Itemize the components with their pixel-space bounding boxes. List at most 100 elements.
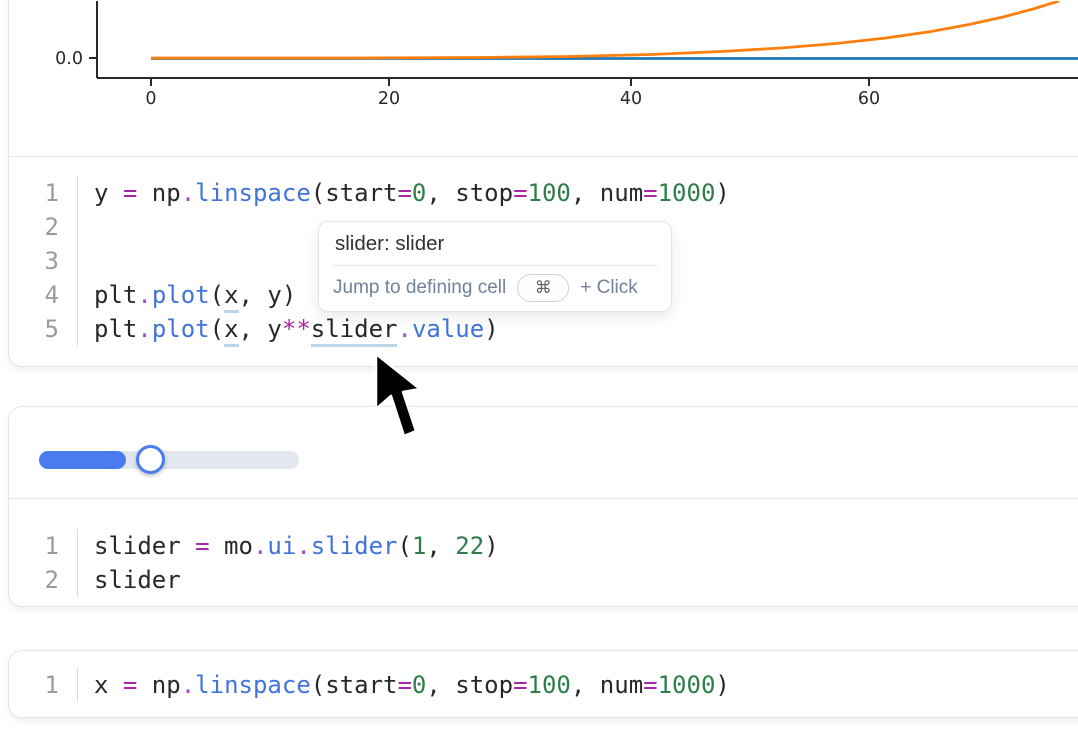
- code-token: plot: [152, 315, 210, 343]
- code-token: =: [513, 671, 527, 699]
- code-token: plt: [94, 281, 137, 309]
- notebook-cell-x: 1x = np.linspace(start=0, stop=100, num=…: [8, 650, 1078, 718]
- linked-variable[interactable]: x: [224, 315, 238, 347]
- code-token: =: [123, 179, 137, 207]
- code-token: , num: [571, 179, 643, 207]
- plus-click-label: + Click: [580, 277, 638, 299]
- code-token: 100: [528, 671, 571, 699]
- linked-variable[interactable]: x: [224, 281, 238, 313]
- code-token: plt: [94, 315, 137, 343]
- code-token: ): [484, 532, 498, 560]
- command-key-pill: ⌘: [517, 274, 569, 302]
- code-token: linspace: [195, 179, 311, 207]
- code-token: 22: [455, 532, 484, 560]
- code-token: y: [94, 179, 123, 207]
- line-number: 4: [9, 278, 77, 312]
- code-text: plt.plot(x, y**slider.value): [77, 312, 1078, 346]
- code-token: (start: [311, 671, 398, 699]
- code-token: np: [137, 671, 180, 699]
- code-token: .: [181, 179, 195, 207]
- code-token: =: [123, 671, 137, 699]
- code-token: (: [210, 315, 224, 343]
- code-text: slider: [77, 563, 1078, 597]
- slider-track[interactable]: [39, 451, 299, 469]
- code-token: , stop: [426, 671, 513, 699]
- code-line[interactable]: 1slider = mo.ui.slider(1, 22): [9, 529, 1078, 563]
- code-token: (start: [311, 179, 398, 207]
- code-token: 1000: [658, 179, 716, 207]
- code-token: =: [513, 179, 527, 207]
- matplotlib-chart-canvas: 0 20 40 60 0.0: [9, 1, 1078, 157]
- code-token: **: [282, 315, 311, 343]
- code-token: , y: [239, 315, 282, 343]
- code-token: .: [296, 532, 310, 560]
- code-token: , num: [571, 671, 643, 699]
- svg-text:0.0: 0.0: [55, 49, 83, 69]
- tooltip-variable-name: slider: slider: [319, 222, 671, 265]
- code-token: .: [181, 671, 195, 699]
- code-token: , y): [239, 281, 297, 309]
- code-token: =: [397, 671, 411, 699]
- code-token: slider: [311, 532, 398, 560]
- code-token: =: [643, 179, 657, 207]
- code-token: .: [253, 532, 267, 560]
- code-token: =: [643, 671, 657, 699]
- code-line[interactable]: 2 slider: [9, 563, 1078, 597]
- code-token: slider: [94, 532, 195, 560]
- code-token: ): [484, 315, 498, 343]
- code-token: np: [137, 179, 180, 207]
- code-token: ): [715, 179, 729, 207]
- line-number: 2: [9, 210, 77, 244]
- code-token: ): [715, 671, 729, 699]
- code-line[interactable]: 1x = np.linspace(start=0, stop=100, num=…: [9, 668, 1078, 702]
- line-number: 2: [9, 563, 77, 597]
- line-number: 5: [9, 312, 77, 346]
- code-text: y = np.linspace(start=0, stop=100, num=1…: [77, 176, 1078, 210]
- code-token: =: [195, 532, 209, 560]
- line-number: 3: [9, 244, 77, 278]
- slider-output: [9, 407, 1078, 498]
- notebook-cell-slider: 1slider = mo.ui.slider(1, 22)2slider: [8, 406, 1078, 607]
- linked-variable[interactable]: slider: [311, 315, 398, 347]
- code-text: x = np.linspace(start=0, stop=100, num=1…: [77, 668, 1078, 702]
- slider-fill: [39, 451, 126, 469]
- tooltip-hint-row: Jump to defining cell ⌘ + Click: [319, 266, 671, 311]
- code-token: plot: [152, 281, 210, 309]
- line-number: 1: [9, 176, 77, 210]
- code-token: ui: [267, 532, 296, 560]
- code-token: 0: [412, 179, 426, 207]
- code-editor-x[interactable]: 1x = np.linspace(start=0, stop=100, num=…: [9, 651, 1078, 702]
- code-token: slider: [94, 566, 181, 594]
- line-number: 1: [9, 529, 77, 563]
- code-token: (: [210, 281, 224, 309]
- code-token: x: [94, 671, 123, 699]
- code-token: , stop: [426, 179, 513, 207]
- code-text: slider = mo.ui.slider(1, 22): [77, 529, 1078, 563]
- code-token: value: [412, 315, 484, 343]
- code-token: 1: [412, 532, 426, 560]
- svg-text:60: 60: [858, 89, 880, 109]
- code-token: 0: [412, 671, 426, 699]
- code-token: mo: [210, 532, 253, 560]
- jump-to-cell-label: Jump to defining cell: [333, 277, 506, 299]
- code-line[interactable]: 5plt.plot(x, y**slider.value): [9, 312, 1078, 346]
- svg-text:20: 20: [378, 89, 400, 109]
- code-token: (: [397, 532, 411, 560]
- code-token: 1000: [658, 671, 716, 699]
- slider-handle[interactable]: [136, 445, 165, 474]
- code-token: ,: [426, 532, 455, 560]
- code-token: .: [137, 315, 151, 343]
- variable-tooltip: slider: slider Jump to defining cell ⌘ +…: [318, 221, 672, 312]
- code-token: .: [137, 281, 151, 309]
- code-token: =: [397, 179, 411, 207]
- svg-text:0: 0: [145, 89, 156, 109]
- svg-text:40: 40: [620, 89, 642, 109]
- code-token: .: [397, 315, 411, 343]
- mouse-cursor-icon: [373, 351, 425, 443]
- chart-output: 0 20 40 60 0.0: [9, 1, 1078, 157]
- code-token: linspace: [195, 671, 311, 699]
- code-editor-slider[interactable]: 1slider = mo.ui.slider(1, 22)2slider: [9, 499, 1078, 597]
- line-number: 1: [9, 668, 77, 702]
- code-token: 100: [528, 179, 571, 207]
- code-line[interactable]: 1y = np.linspace(start=0, stop=100, num=…: [9, 176, 1078, 210]
